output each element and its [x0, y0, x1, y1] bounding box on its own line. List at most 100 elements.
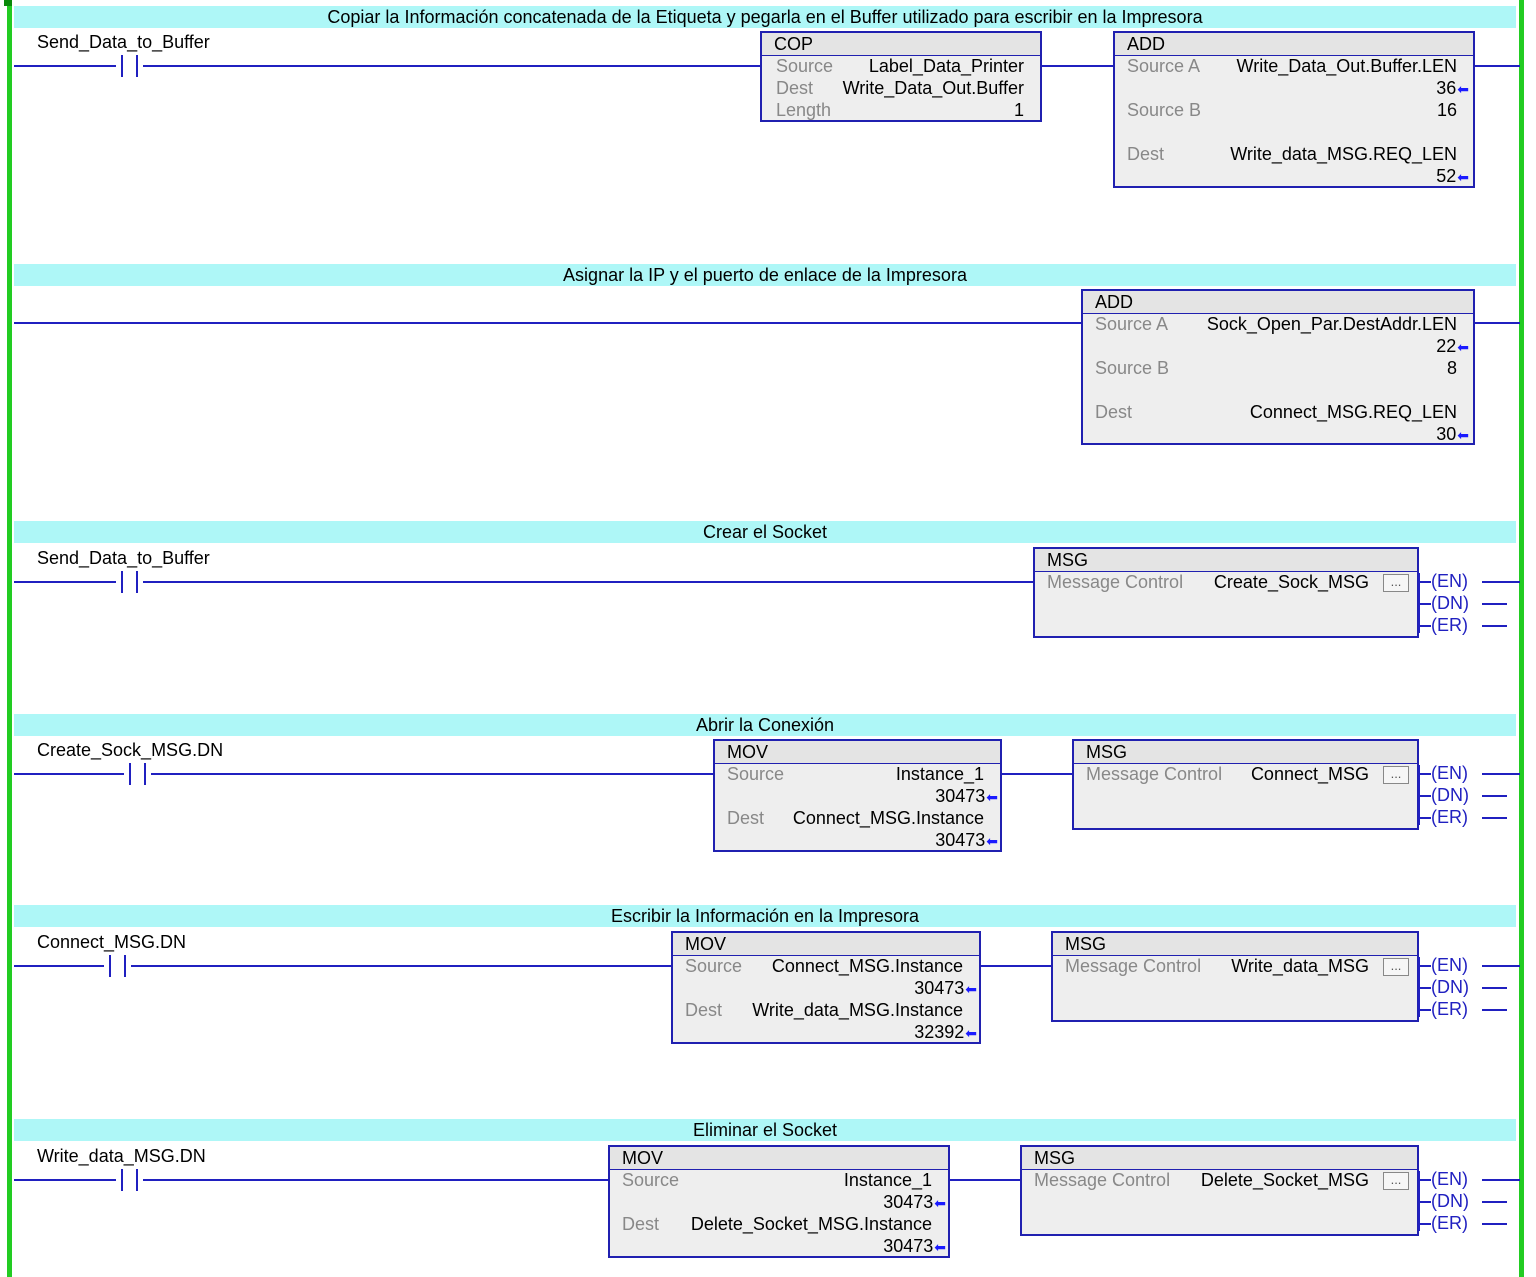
er-output: (ER) — [1431, 999, 1469, 1019]
operand-tag[interactable]: Instance_1 — [844, 1170, 932, 1190]
rung-wire — [143, 1179, 610, 1181]
operand-tag[interactable]: Connect_MSG.REQ_LEN — [1250, 402, 1457, 422]
rung-wire — [981, 965, 1053, 967]
browse-button[interactable]: ... — [1383, 766, 1409, 784]
value-arrow-icon: ⬅ — [934, 1195, 946, 1211]
rung-wire — [1419, 817, 1431, 819]
rung-comment[interactable]: Copiar la Información concatenada de la … — [14, 6, 1516, 28]
rung-comment[interactable]: Escribir la Información en la Impresora — [14, 905, 1516, 927]
operand-tag[interactable]: Connect_MSG.Instance — [772, 956, 963, 976]
rung-wire — [14, 322, 1082, 324]
rung-wire — [1419, 1223, 1431, 1225]
msg-instruction[interactable]: MSG Message Control Connect_MSG ... — [1072, 739, 1419, 830]
en-output: (EN) — [1431, 955, 1469, 975]
rung-wire — [1418, 573, 1420, 633]
operand-tag[interactable]: Delete_Socket_MSG.Instance — [691, 1214, 932, 1234]
rung-wire — [1482, 1009, 1507, 1011]
value-arrow-icon: ⬅ — [1457, 169, 1469, 185]
operand-label: Dest — [622, 1214, 660, 1234]
contact-tag[interactable]: Connect_MSG.DN — [37, 931, 186, 953]
value-arrow-icon: ⬅ — [965, 1025, 977, 1041]
operand-label: Source — [727, 764, 785, 784]
en-output: (EN) — [1431, 1169, 1469, 1189]
rung-wire — [14, 965, 104, 967]
operand-tag[interactable]: Write_data_MSG — [1231, 956, 1369, 976]
rung-wire — [151, 773, 714, 775]
browse-button[interactable]: ... — [1383, 1172, 1409, 1190]
instruction-title: MOV — [610, 1147, 948, 1170]
contact-tag[interactable]: Write_data_MSG.DN — [37, 1145, 206, 1167]
rung-comment[interactable]: Crear el Socket — [14, 521, 1516, 543]
rung-wire — [1002, 773, 1074, 775]
rung-wire — [1419, 625, 1431, 627]
operand-value[interactable]: 16 — [1437, 100, 1457, 120]
mov-instruction[interactable]: MOV Source Instance_1 30473⬅ Dest Connec… — [713, 739, 1002, 852]
rung-wire — [1482, 965, 1520, 967]
browse-button[interactable]: ... — [1383, 958, 1409, 976]
instruction-title: MSG — [1074, 741, 1417, 764]
operand-tag[interactable]: Write_Data_Out.Buffer — [843, 78, 1024, 98]
add-instruction[interactable]: ADD Source A Write_Data_Out.Buffer.LEN 3… — [1113, 31, 1475, 188]
operand-label: Source B — [1127, 100, 1202, 120]
live-value: 22⬅ — [1436, 336, 1469, 356]
rung-wire — [1419, 1201, 1431, 1203]
value-arrow-icon: ⬅ — [1457, 427, 1469, 443]
rung-wire — [1042, 65, 1114, 67]
operand-tag[interactable]: Write_Data_Out.Buffer.LEN — [1237, 56, 1457, 76]
add-instruction[interactable]: ADD Source A Sock_Open_Par.DestAddr.LEN … — [1081, 289, 1475, 445]
contact-tag[interactable]: Send_Data_to_Buffer — [37, 31, 210, 53]
rung-wire — [1419, 1179, 1431, 1181]
mov-instruction[interactable]: MOV Source Instance_1 30473⬅ Dest Delete… — [608, 1145, 950, 1258]
instruction-title: MSG — [1022, 1147, 1417, 1170]
dn-output: (DN) — [1431, 1191, 1469, 1211]
operand-tag[interactable]: Label_Data_Printer — [869, 56, 1024, 76]
browse-button[interactable]: ... — [1383, 574, 1409, 592]
left-power-rail — [7, 0, 12, 1277]
rung-wire — [1475, 322, 1520, 324]
operand-value[interactable]: 1 — [1014, 100, 1024, 120]
instruction-title: ADD — [1115, 33, 1473, 56]
operand-tag[interactable]: Create_Sock_MSG — [1214, 572, 1369, 592]
rail-corner-marker — [4, 0, 12, 6]
msg-instruction[interactable]: MSG Message Control Create_Sock_MSG ... — [1033, 547, 1419, 638]
contact-tag[interactable]: Send_Data_to_Buffer — [37, 547, 210, 569]
operand-tag[interactable]: Delete_Socket_MSG — [1201, 1170, 1369, 1190]
live-value: 52⬅ — [1436, 166, 1469, 186]
operand-tag[interactable]: Connect_MSG.Instance — [793, 808, 984, 828]
value-arrow-icon: ⬅ — [1457, 339, 1469, 355]
rung-comment[interactable]: Abrir la Conexión — [14, 714, 1516, 736]
instruction-title: MSG — [1053, 933, 1417, 956]
operand-tag[interactable]: Connect_MSG — [1251, 764, 1369, 784]
operand-tag[interactable]: Instance_1 — [896, 764, 984, 784]
rung-comment[interactable]: Asignar la IP y el puerto de enlace de l… — [14, 264, 1516, 286]
operand-label: Dest — [685, 1000, 723, 1020]
rung-wire — [143, 581, 1034, 583]
rung-wire — [14, 581, 116, 583]
dn-output: (DN) — [1431, 785, 1469, 805]
rung-wire — [1482, 625, 1507, 627]
cop-instruction[interactable]: COP Source Label_Data_Printer Dest Write… — [760, 31, 1042, 122]
rung-wire — [1482, 773, 1520, 775]
msg-instruction[interactable]: MSG Message Control Delete_Socket_MSG ..… — [1020, 1145, 1419, 1236]
operand-value[interactable]: 8 — [1447, 358, 1457, 378]
instruction-title: ADD — [1083, 291, 1473, 314]
rung-wire — [143, 65, 761, 67]
msg-instruction[interactable]: MSG Message Control Write_data_MSG ... — [1051, 931, 1419, 1022]
rung-wire — [14, 773, 124, 775]
operand-label: Source — [622, 1170, 680, 1190]
operand-tag[interactable]: Write_data_MSG.Instance — [752, 1000, 963, 1020]
live-value: 30473⬅ — [935, 786, 998, 806]
value-arrow-icon: ⬅ — [934, 1239, 946, 1255]
rung-wire — [1482, 603, 1507, 605]
operand-tag[interactable]: Sock_Open_Par.DestAddr.LEN — [1207, 314, 1457, 334]
mov-instruction[interactable]: MOV Source Connect_MSG.Instance 30473⬅ D… — [671, 931, 981, 1044]
operand-label: Source A — [1095, 314, 1169, 334]
er-output: (ER) — [1431, 807, 1469, 827]
rung-wire — [1482, 795, 1507, 797]
operand-label: Message Control — [1065, 956, 1202, 976]
operand-tag[interactable]: Write_data_MSG.REQ_LEN — [1230, 144, 1457, 164]
contact-tag[interactable]: Create_Sock_MSG.DN — [37, 739, 223, 761]
operand-label: Dest — [1127, 144, 1165, 164]
value-arrow-icon: ⬅ — [986, 833, 998, 849]
rung-comment[interactable]: Eliminar el Socket — [14, 1119, 1516, 1141]
